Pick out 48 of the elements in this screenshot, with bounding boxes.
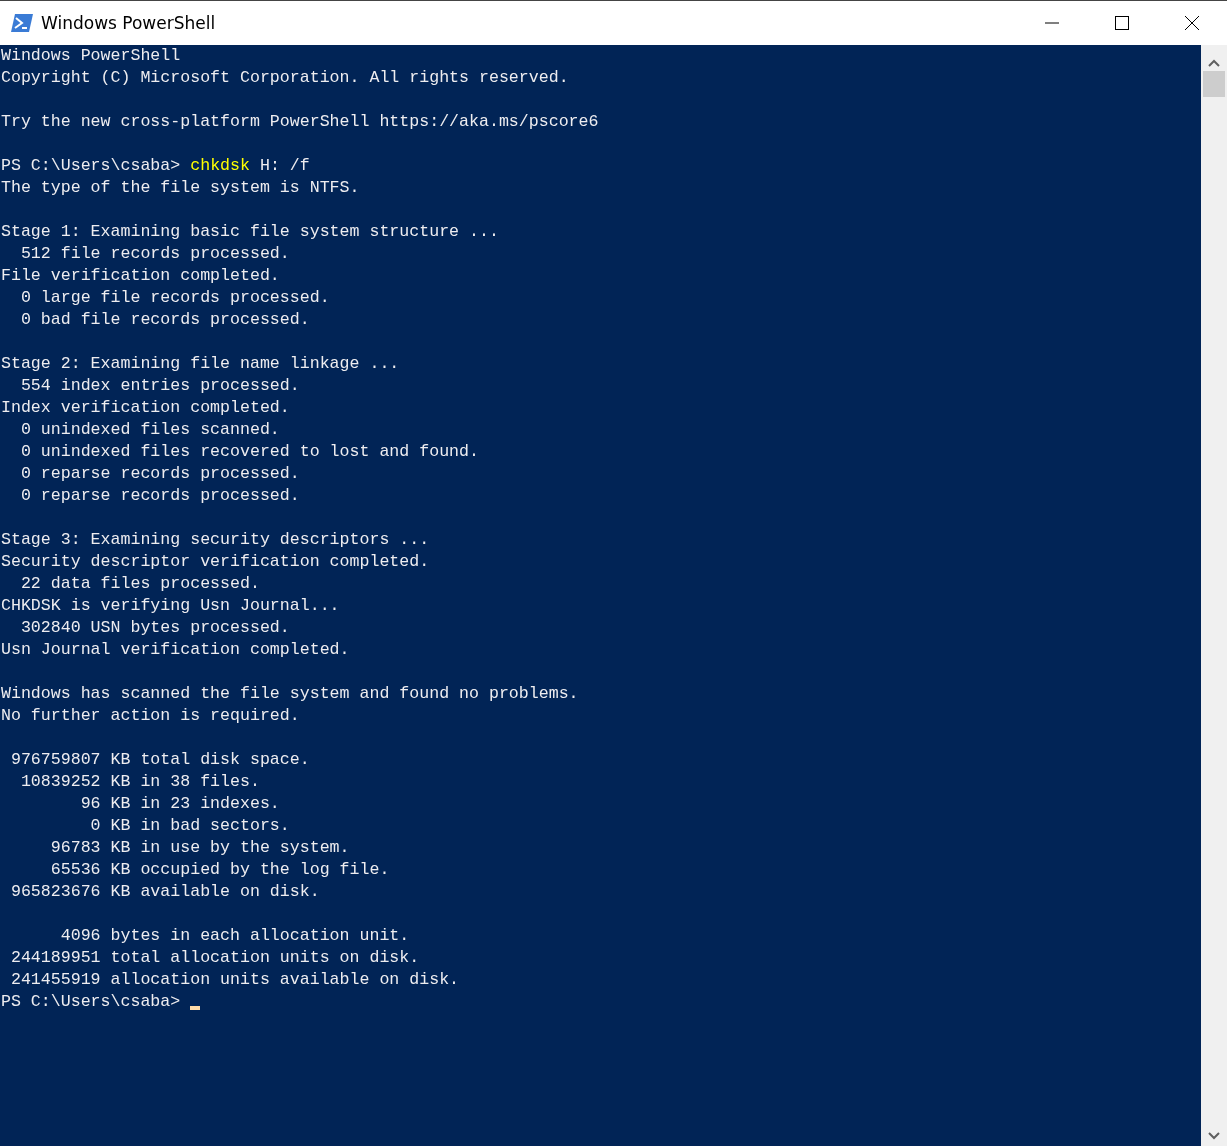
powershell-icon [11, 14, 33, 32]
output-line: Try the new cross-platform PowerShell https://aka.ms/pscore6 [0, 111, 600, 133]
output-line: 241455919 allocation units available on disk. [9, 969, 461, 991]
command-name: chkdsk [190, 156, 250, 175]
output-line: 0 reparse records processed. [19, 485, 301, 507]
output-line: Security descriptor verification completed. [0, 551, 431, 573]
prompt-text: PS C:\Users\csaba> [1, 992, 181, 1011]
output-line: 4096 bytes in each allocation unit. [59, 925, 411, 947]
output-line: 0 KB in bad sectors. [89, 815, 291, 837]
output-line: 22 data files processed. [19, 573, 261, 595]
output-line: 0 large file records processed. [19, 287, 331, 309]
command-arguments: H: /f [259, 156, 310, 175]
maximize-icon [1114, 15, 1130, 31]
output-line: 965823676 KB available on disk. [9, 881, 321, 903]
output-line: No further action is required. [0, 705, 301, 727]
output-line: Windows has scanned the file system and found no problems. [0, 683, 580, 705]
output-line: Stage 3: Examining security descriptors ... [0, 529, 431, 551]
output-line: CHKDSK is verifying Usn Journal... [0, 595, 341, 617]
output-line: The type of the file system is NTFS. [0, 177, 361, 199]
minimize-icon [1044, 22, 1060, 24]
output-line: 554 index entries processed. [19, 375, 301, 397]
output-line: Index verification completed. [0, 397, 291, 419]
output-line: 512 file records processed. [19, 243, 291, 265]
output-line: 0 unindexed files scanned. [19, 419, 281, 441]
output-line: Windows PowerShell [0, 45, 182, 67]
output-line: File verification completed. [0, 265, 281, 287]
output-line: 0 unindexed files recovered to lost and found. [19, 441, 480, 463]
scrollbar-thumb[interactable] [1203, 71, 1225, 97]
output-line: 302840 USN bytes processed. [19, 617, 291, 639]
output-line: Stage 2: Examining file name linkage ... [0, 353, 401, 375]
close-icon [1184, 15, 1200, 31]
prompt-text: PS C:\Users\csaba> [1, 156, 181, 175]
output-line: 0 bad file records processed. [19, 309, 311, 331]
output-line: 976759807 KB total disk space. [9, 749, 311, 771]
output-line: 0 reparse records processed. [19, 463, 301, 485]
output-line: 10839252 KB in 38 files. [19, 771, 261, 793]
output-line: 96783 KB in use by the system. [49, 837, 351, 859]
output-line: Copyright (C) Microsoft Corporation. All rights reserved. [0, 67, 570, 89]
text-cursor [190, 1006, 201, 1010]
scroll-up-icon[interactable] [1208, 59, 1220, 67]
output-line: 244189951 total allocation units on disk. [9, 947, 421, 969]
output-line: 96 KB in 23 indexes. [79, 793, 281, 815]
output-line: Stage 1: Examining basic file system structure ... [0, 221, 500, 243]
output-line: 65536 KB occupied by the log file. [49, 859, 391, 881]
vertical-scrollbar[interactable] [1201, 45, 1227, 1146]
output-line: Usn Journal verification completed. [0, 639, 351, 661]
window-title: Windows PowerShell [41, 13, 216, 33]
scroll-down-icon[interactable] [1208, 1132, 1220, 1140]
